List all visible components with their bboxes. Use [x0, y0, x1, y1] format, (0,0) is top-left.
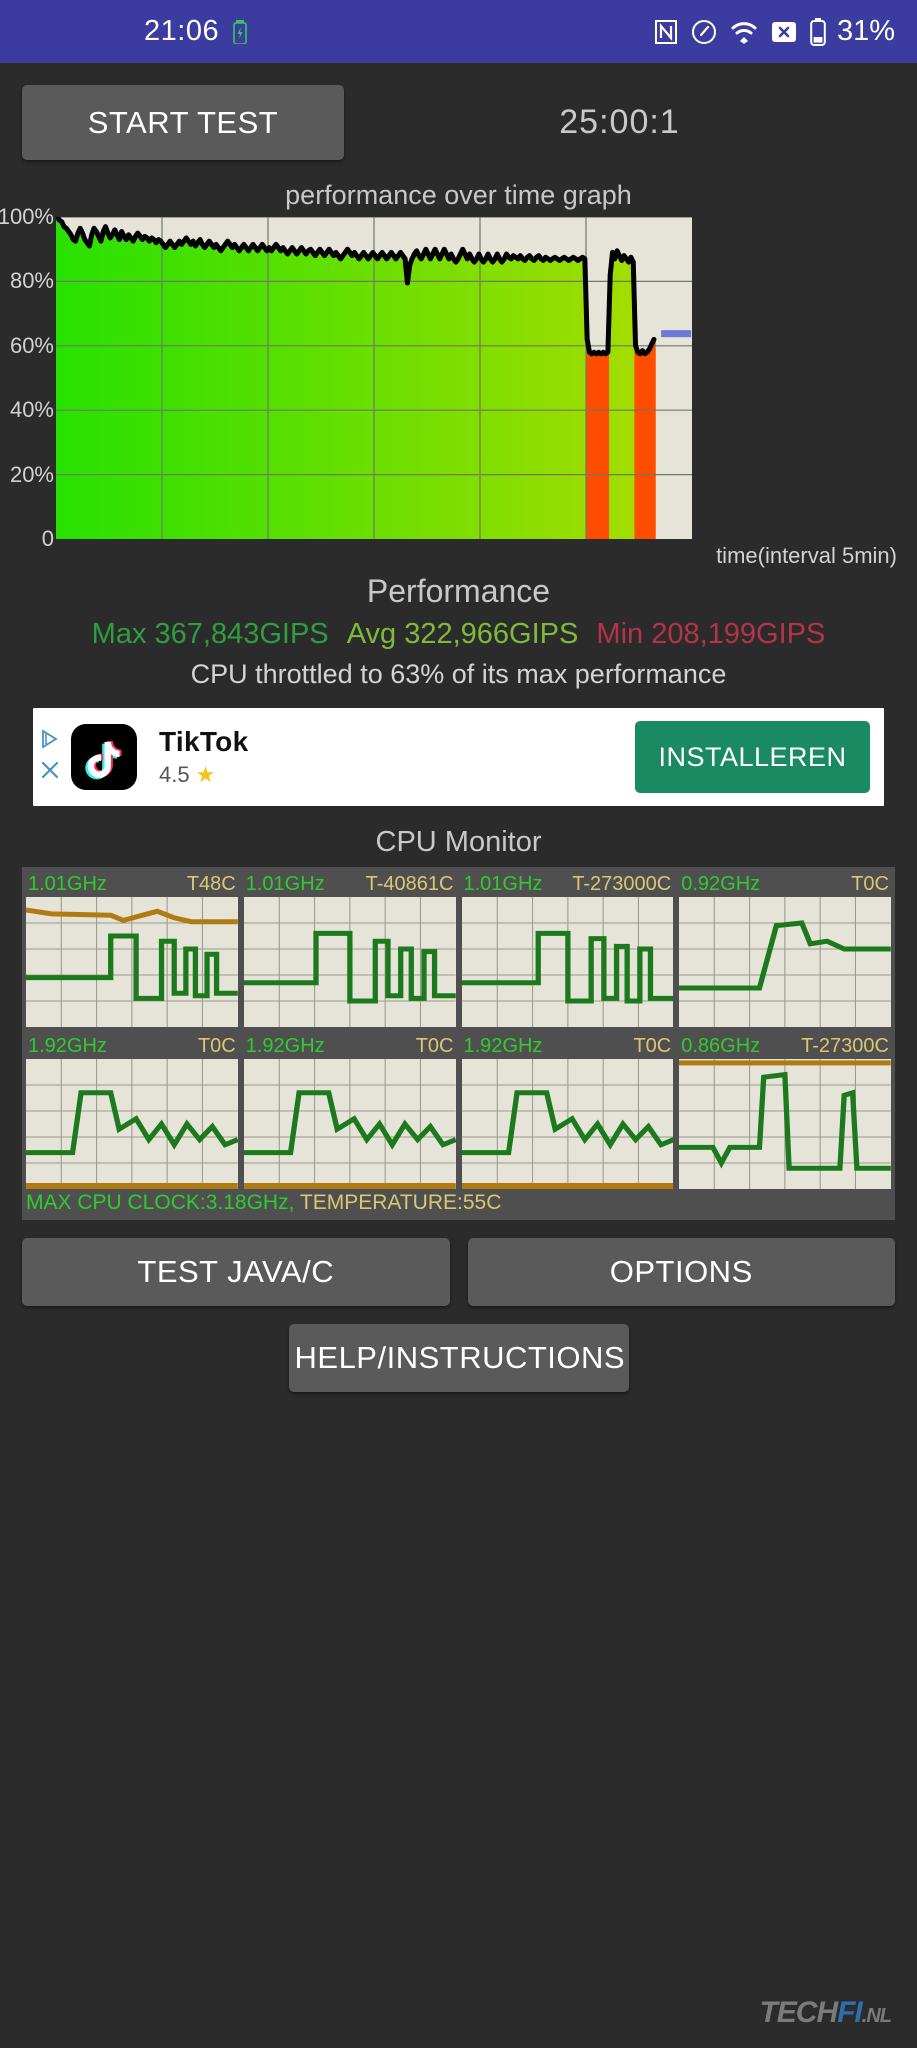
- cpu-core-temperature: T-273000C: [572, 873, 672, 895]
- speedometer-icon: [691, 19, 717, 45]
- cpu-core-cell: 0.86GHz T-27300C: [679, 1033, 891, 1189]
- status-bar: 21:06 31%: [0, 0, 917, 63]
- graph-plot-svg: [56, 217, 692, 539]
- graph-plot-area: [56, 217, 692, 539]
- cpu-monitor-row: 1.92GHz T0C 1.92GHz T0C 1.92GHz T0C 0.86GHz T-2…: [22, 1033, 895, 1189]
- graph-y-tick: 60%: [9, 332, 54, 358]
- throttle-note: CPU throttled to 63% of its max performa…: [190, 659, 727, 689]
- test-java-c-button[interactable]: TEST JAVA/C: [22, 1238, 450, 1306]
- bottom-button-row: TEST JAVA/C OPTIONS: [0, 1220, 917, 1306]
- sms-blocked-icon: [771, 21, 797, 43]
- cpu-core-frequency: 1.01GHz: [245, 873, 325, 895]
- ad-app-name: TikTok: [159, 726, 249, 757]
- cpu-core-cell: 1.92GHz T0C: [461, 1033, 674, 1189]
- ad-text-block: TikTok 4.5 ★: [159, 726, 248, 788]
- watermark-tech: TECH: [759, 1996, 838, 2029]
- cpu-core-graph: [26, 1059, 238, 1189]
- cpu-core-frequency: 1.92GHz: [28, 1035, 107, 1057]
- performance-heading: Performance: [366, 573, 551, 609]
- tiktok-logo-icon: [71, 724, 137, 790]
- performance-stats: Max 367,843GIPS Avg 322,966GIPS Min 208,…: [0, 618, 917, 651]
- cpu-monitor-panel: 1.01GHz T48C 1.01GHz T-40861C 1.01GHz T-27300…: [22, 867, 895, 1220]
- cpu-core-frequency: 1.01GHz: [463, 873, 543, 895]
- ad-banner[interactable]: TikTok 4.5 ★ INSTALLEREN: [33, 708, 884, 806]
- battery-icon: [810, 17, 826, 46]
- cpu-core-cell: 1.01GHz T-273000C: [461, 871, 674, 1027]
- cpu-core-graph: [243, 1059, 456, 1189]
- cpu-core-graph: [679, 1059, 891, 1189]
- cpu-core-frequency: 0.86GHz: [681, 1035, 761, 1057]
- cpu-core-temperature: T0C: [633, 1035, 672, 1057]
- cpu-core-graph: [26, 897, 238, 1027]
- cpu-core-temperature: T48C: [186, 873, 236, 895]
- cpu-core-frequency: 1.92GHz: [463, 1035, 543, 1057]
- performance-avg: Avg 322,966GIPS: [346, 618, 579, 650]
- ad-rating: 4.5 ★: [159, 762, 248, 788]
- ad-choices-controls[interactable]: [35, 728, 65, 786]
- cpu-core-header: 0.86GHz T-27300C: [679, 1033, 891, 1059]
- cpu-monitor-title: CPU Monitor: [375, 826, 542, 858]
- nfc-icon: [654, 19, 678, 45]
- clock-text: 21:06: [144, 15, 220, 47]
- cpu-core-cell: 1.92GHz T0C: [243, 1033, 456, 1189]
- cpu-core-cell: 1.01GHz T-40861C: [243, 871, 456, 1027]
- test-timer: 25:00:1: [559, 103, 680, 141]
- temperature-text: TEMPERATURE:55C: [299, 1191, 502, 1214]
- graph-y-axis: 0 20% 40% 60% 80% 100%: [0, 204, 56, 551]
- watermark-nl: .NL: [861, 2005, 892, 2027]
- cpu-core-temperature: T0C: [415, 1035, 454, 1057]
- cpu-core-graph: [679, 897, 891, 1027]
- graph-y-tick: 20%: [9, 461, 54, 487]
- cpu-core-header: 0.92GHz T0C: [679, 871, 891, 897]
- ad-rating-value: 4.5: [159, 762, 190, 787]
- graph-y-tick: 80%: [9, 268, 54, 294]
- adchoices-icon[interactable]: [39, 728, 61, 755]
- cpu-core-frequency: 0.92GHz: [681, 873, 761, 895]
- cpu-core-graph: [461, 897, 674, 1027]
- help-instructions-button[interactable]: HELP/INSTRUCTIONS: [288, 1324, 629, 1392]
- cpu-monitor-footer: MAX CPU CLOCK:3.18GHz, TEMPERATURE:55C: [22, 1189, 895, 1218]
- cpu-core-header: 1.01GHz T48C: [26, 871, 238, 897]
- graph-y-tick: 100%: [0, 204, 54, 229]
- top-toolbar: START TEST 25:00:1: [0, 63, 917, 160]
- cpu-core-header: 1.92GHz T0C: [462, 1033, 674, 1059]
- cpu-core-cell: 0.92GHz T0C: [679, 871, 891, 1027]
- close-icon[interactable]: [39, 759, 61, 786]
- battery-charging-icon: [233, 19, 247, 44]
- ad-install-button[interactable]: INSTALLEREN: [635, 721, 870, 793]
- graph-title: performance over time graph: [285, 180, 632, 210]
- max-cpu-clock-text: MAX CPU CLOCK:3.18GHz,: [26, 1191, 295, 1214]
- graph-y-tick: 40%: [9, 397, 54, 423]
- cpu-core-temperature: T-40861C: [365, 873, 454, 895]
- cpu-core-header: 1.01GHz T-40861C: [244, 871, 456, 897]
- star-icon: ★: [195, 762, 216, 787]
- performance-max: Max 367,843GIPS: [91, 618, 329, 650]
- cpu-core-temperature: T-27300C: [801, 1035, 889, 1057]
- cpu-core-header: 1.92GHz T0C: [26, 1033, 238, 1059]
- graph-x-axis-label: time(interval 5min): [716, 543, 897, 568]
- watermark-fi: FI: [837, 1996, 863, 2029]
- cpu-core-header: 1.01GHz T-273000C: [462, 871, 674, 897]
- status-bar-left: 21:06: [144, 15, 247, 48]
- cpu-core-graph: [243, 897, 456, 1027]
- cpu-core-frequency: 1.92GHz: [245, 1035, 325, 1057]
- battery-percent-text: 31%: [836, 15, 895, 47]
- wifi-icon: [730, 19, 758, 45]
- cpu-core-graph: [461, 1059, 674, 1189]
- cpu-core-cell: 1.92GHz T0C: [26, 1033, 238, 1189]
- performance-min: Min 208,199GIPS: [596, 618, 826, 650]
- performance-graph: 0 20% 40% 60% 80% 100% time(interval 5min): [0, 204, 917, 568]
- cpu-core-cell: 1.01GHz T48C: [26, 871, 238, 1027]
- start-test-button[interactable]: START TEST: [22, 85, 344, 160]
- cpu-monitor-row: 1.01GHz T48C 1.01GHz T-40861C 1.01GHz T-27300…: [22, 871, 895, 1027]
- techfi-watermark: TECHFI.NL: [759, 1996, 892, 2030]
- cpu-core-header: 1.92GHz T0C: [244, 1033, 456, 1059]
- cpu-core-temperature: T0C: [851, 873, 889, 895]
- graph-y-tick: 0: [41, 526, 54, 551]
- cpu-core-frequency: 1.01GHz: [28, 873, 107, 895]
- cpu-core-temperature: T0C: [197, 1035, 236, 1057]
- status-bar-right: 31%: [654, 15, 895, 48]
- options-button[interactable]: OPTIONS: [467, 1238, 895, 1306]
